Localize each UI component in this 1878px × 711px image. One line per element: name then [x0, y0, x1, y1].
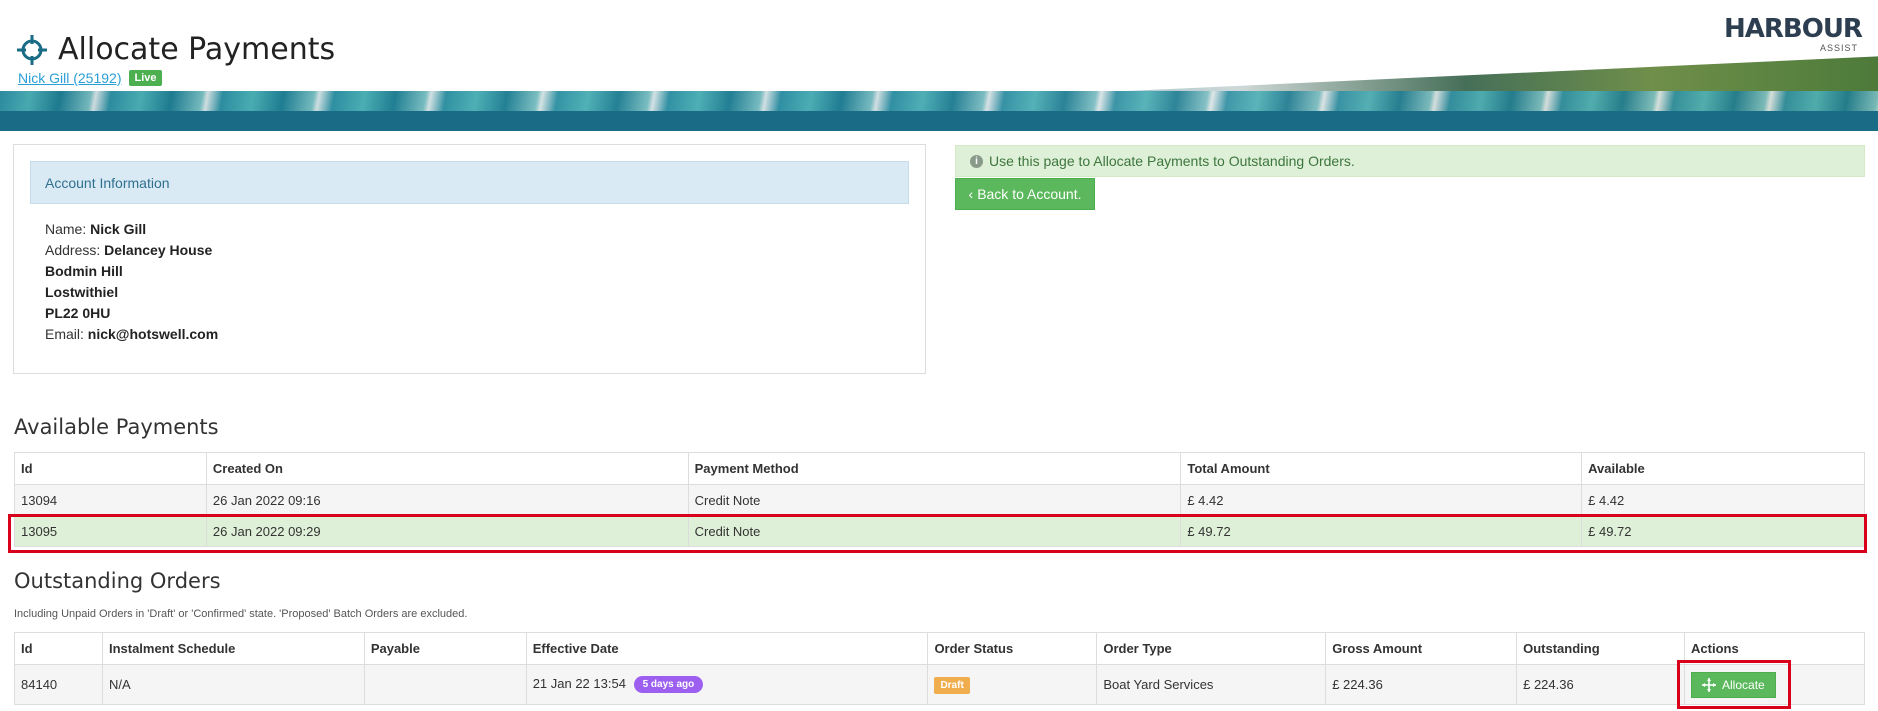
info-icon: i	[970, 154, 983, 168]
order-effective-date-cell: 21 Jan 22 13:54 5 days ago	[525, 664, 929, 705]
order-type: Boat Yard Services	[1096, 664, 1327, 705]
order-outstanding: £ 224.36	[1516, 664, 1686, 705]
name-label: Name:	[45, 221, 87, 237]
column-header: Instalment Schedule	[101, 632, 365, 665]
email-line: Email: nick@hotswell.com	[45, 324, 218, 345]
account-info-panel: Account Information Name: Nick Gill Addr…	[13, 144, 926, 374]
order-effective-date: 21 Jan 22 13:54	[532, 675, 626, 691]
info-alert: i Use this page to Allocate Payments to …	[955, 145, 1865, 177]
title-row: Allocate Payments	[16, 32, 335, 67]
outstanding-orders-title: Outstanding Orders	[14, 569, 221, 593]
chevron-left-icon: ‹	[968, 186, 974, 202]
payment-total: £ 4.42	[1180, 484, 1583, 516]
status-badge: Live	[129, 70, 162, 86]
account-link[interactable]: Nick Gill (25192)	[18, 70, 121, 86]
payment-total: £ 49.72	[1180, 515, 1583, 547]
logo-subtext: ASSIST	[1819, 43, 1858, 53]
email-value: nick@hotswell.com	[87, 326, 219, 342]
address-line-1: Delancey House	[104, 242, 213, 258]
payment-available: £ 4.42	[1581, 484, 1865, 516]
column-header: Effective Date	[525, 632, 929, 665]
payment-id: 13094	[14, 484, 207, 516]
outstanding-orders-table: Id Instalment Schedule Payable Effective…	[14, 632, 1865, 705]
name-line: Name: Nick Gill	[45, 219, 218, 240]
payment-method: Credit Note	[687, 484, 1182, 516]
name-value: Nick Gill	[90, 221, 147, 237]
address-label: Address:	[45, 242, 101, 258]
move-arrows-icon	[1702, 677, 1717, 692]
allocate-button[interactable]: Allocate	[1691, 671, 1776, 698]
order-actions-cell: Allocate	[1684, 664, 1865, 705]
order-id: 84140	[14, 664, 103, 705]
column-header: Order Type	[1096, 632, 1327, 665]
account-info-heading: Account Information	[30, 161, 909, 204]
payment-available: £ 49.72	[1581, 515, 1865, 547]
header-photo-strip	[0, 91, 1878, 111]
order-status-cell: Draft	[927, 664, 1098, 705]
column-header: Total Amount	[1180, 452, 1583, 485]
address-line-2: Bodmin Hill	[45, 263, 123, 279]
table-row-selected[interactable]: 13095 26 Jan 2022 09:29 Credit Note £ 49…	[14, 515, 1865, 547]
logo-text: HARBOUR	[1724, 14, 1863, 44]
email-label: Email:	[45, 326, 84, 342]
table-header-row: Id Instalment Schedule Payable Effective…	[14, 632, 1865, 665]
crosshair-icon	[16, 34, 48, 66]
payment-id: 13095	[14, 515, 207, 547]
account-subtitle: Nick Gill (25192) Live	[18, 70, 162, 86]
order-payable	[363, 664, 527, 705]
age-badge: 5 days ago	[633, 676, 704, 694]
available-payments-table: Id Created On Payment Method Total Amoun…	[14, 452, 1865, 547]
column-header: Order Status	[927, 632, 1098, 665]
header-band	[0, 111, 1878, 131]
column-header: Id	[14, 632, 103, 665]
order-gross: £ 224.36	[1325, 664, 1518, 705]
column-header: Gross Amount	[1325, 632, 1518, 665]
table-row[interactable]: 13094 26 Jan 2022 09:16 Credit Note £ 4.…	[14, 484, 1865, 516]
payment-method: Credit Note	[687, 515, 1182, 547]
column-header: Payment Method	[687, 452, 1182, 485]
allocate-button-label: Allocate	[1722, 677, 1765, 692]
page-title: Allocate Payments	[58, 32, 336, 67]
available-payments-title: Available Payments	[14, 415, 219, 439]
order-instalment: N/A	[101, 664, 365, 705]
address-line-4: PL22 0HU	[45, 305, 111, 321]
table-row: 84140 N/A 21 Jan 22 13:54 5 days ago Dra…	[14, 664, 1865, 705]
payment-created-on: 26 Jan 2022 09:29	[205, 515, 689, 547]
account-details: Name: Nick Gill Address: Delancey House …	[45, 219, 218, 345]
back-button-label: Back to Account.	[977, 186, 1082, 202]
back-to-account-button[interactable]: ‹ Back to Account.	[955, 178, 1095, 210]
column-header: Payable	[363, 632, 527, 665]
address-line: Address: Delancey House	[45, 240, 218, 261]
column-header: Available	[1581, 452, 1865, 485]
draft-status-badge: Draft	[934, 676, 970, 694]
harbour-assist-logo: HARBOUR ASSIST	[1724, 14, 1864, 56]
outstanding-orders-hint: Including Unpaid Orders in 'Draft' or 'C…	[14, 608, 468, 620]
column-header: Outstanding	[1516, 632, 1686, 665]
page-header: Allocate Payments Nick Gill (25192) Live…	[0, 0, 1878, 131]
table-header-row: Id Created On Payment Method Total Amoun…	[14, 452, 1865, 485]
column-header: Actions	[1684, 632, 1865, 665]
payment-created-on: 26 Jan 2022 09:16	[205, 484, 689, 516]
column-header: Id	[14, 452, 207, 485]
info-message: Use this page to Allocate Payments to Ou…	[989, 153, 1355, 169]
address-line-3: Lostwithiel	[45, 284, 119, 300]
column-header: Created On	[205, 452, 689, 485]
